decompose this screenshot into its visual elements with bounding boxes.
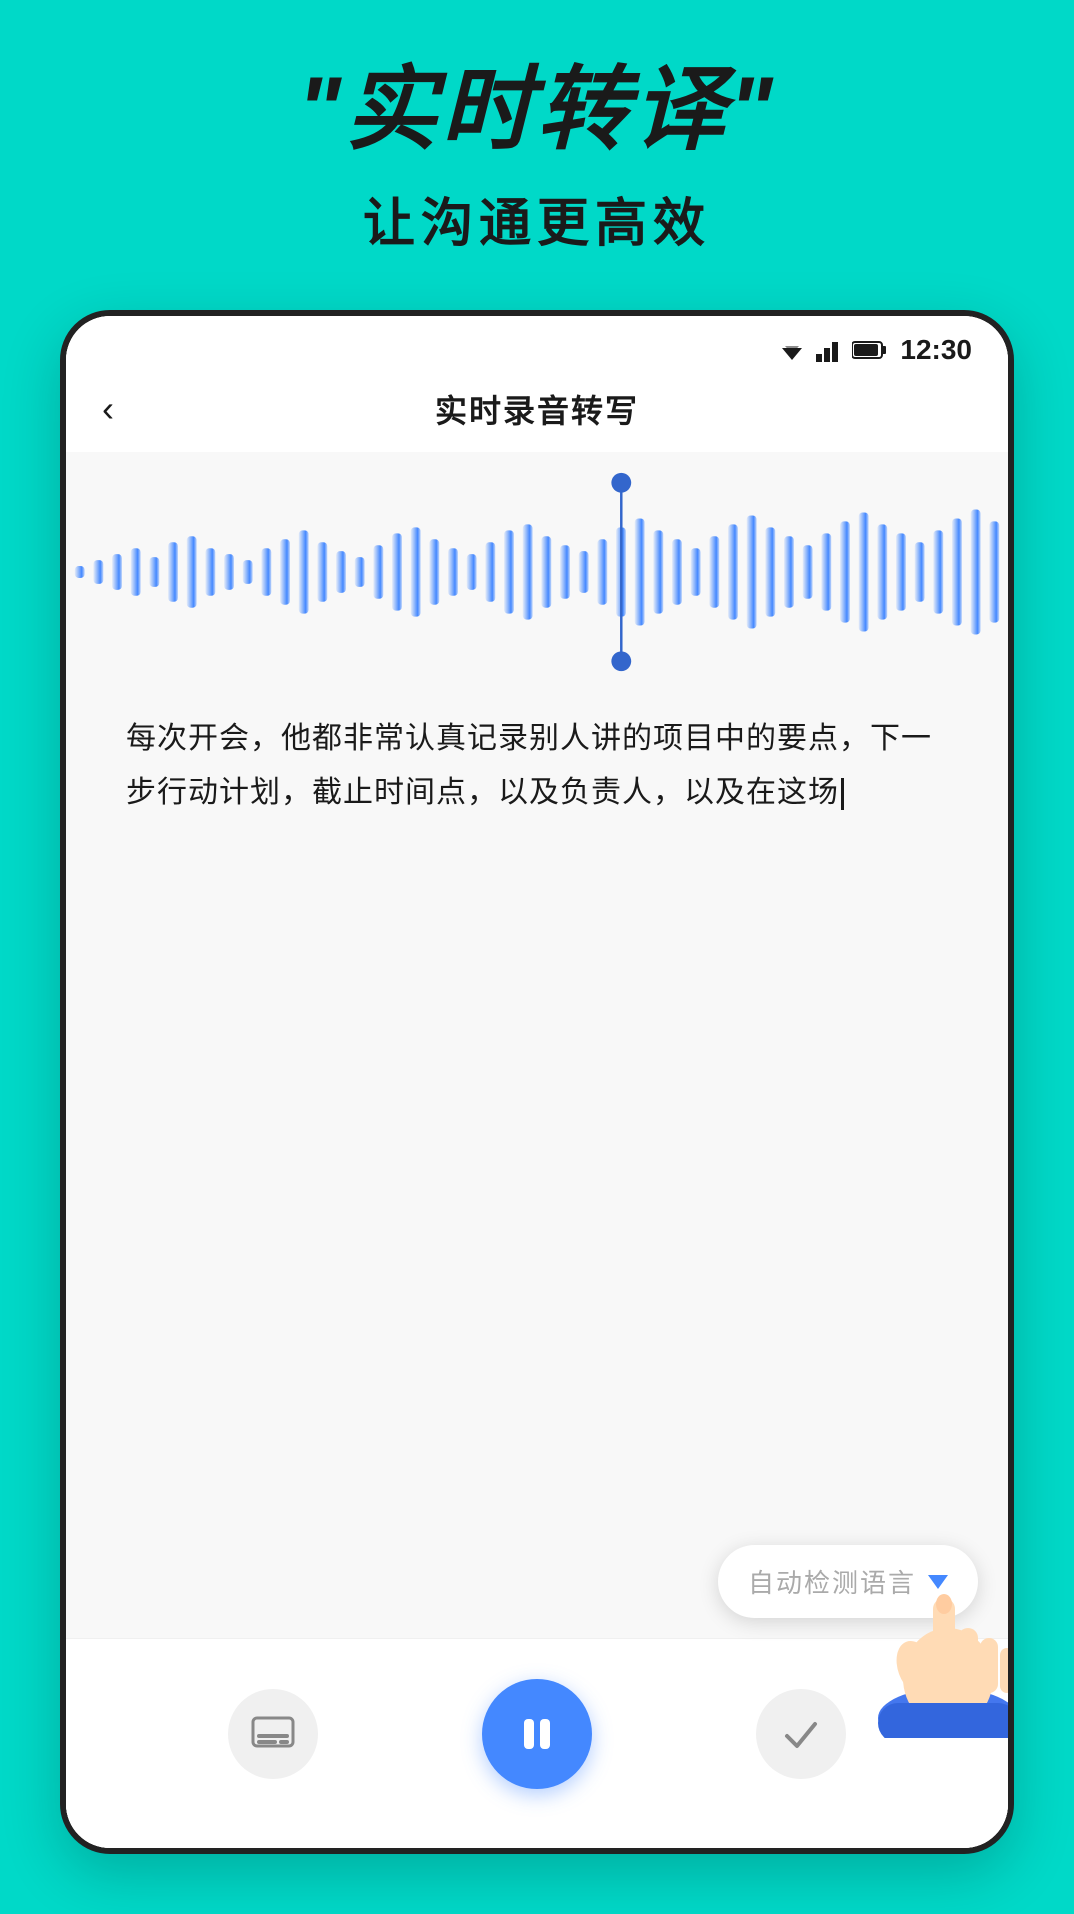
check-icon <box>777 1710 825 1758</box>
signal-icon <box>816 338 844 362</box>
status-bar: 12:30 <box>66 316 1008 376</box>
app-title: 实时录音转写 <box>435 386 639 432</box>
background: "实时转译" 让沟通更高效 <box>0 0 1074 1914</box>
subtitle-button[interactable] <box>228 1689 318 1779</box>
bottom-toolbar <box>66 1638 1008 1848</box>
done-button[interactable] <box>756 1689 846 1779</box>
hero-subtitle: 让沟通更高效 <box>0 181 1074 256</box>
status-icons <box>776 338 888 362</box>
subtitle-icon <box>249 1710 297 1758</box>
text-cursor <box>841 778 844 810</box>
waveform-container <box>66 472 1008 672</box>
battery-icon <box>852 340 888 360</box>
hero-section: "实时转译" 让沟通更高效 <box>0 60 1074 256</box>
wifi-icon <box>776 338 808 362</box>
transcript-area: 每次开会，他都非常认真记录别人讲的项目中的要点，下一步行动计划，截止时间点，以及… <box>66 692 1008 850</box>
waveform-svg <box>66 472 1008 672</box>
status-time: 12:30 <box>900 334 972 366</box>
phone-mockup: 12:30 ‹ 实时录音转写 <box>60 310 1014 1854</box>
back-button[interactable]: ‹ <box>102 388 114 430</box>
phone-inner: 12:30 ‹ 实时录音转写 <box>66 316 1008 1848</box>
hand-cursor-illustration <box>868 1538 1014 1738</box>
pause-button[interactable] <box>482 1679 592 1789</box>
hero-title: "实时转译" <box>0 60 1074 161</box>
pause-icon <box>512 1709 562 1759</box>
transcript-text: 每次开会，他都非常认真记录别人讲的项目中的要点，下一步行动计划，截止时间点，以及… <box>126 712 948 820</box>
app-header: ‹ 实时录音转写 <box>66 376 1008 452</box>
